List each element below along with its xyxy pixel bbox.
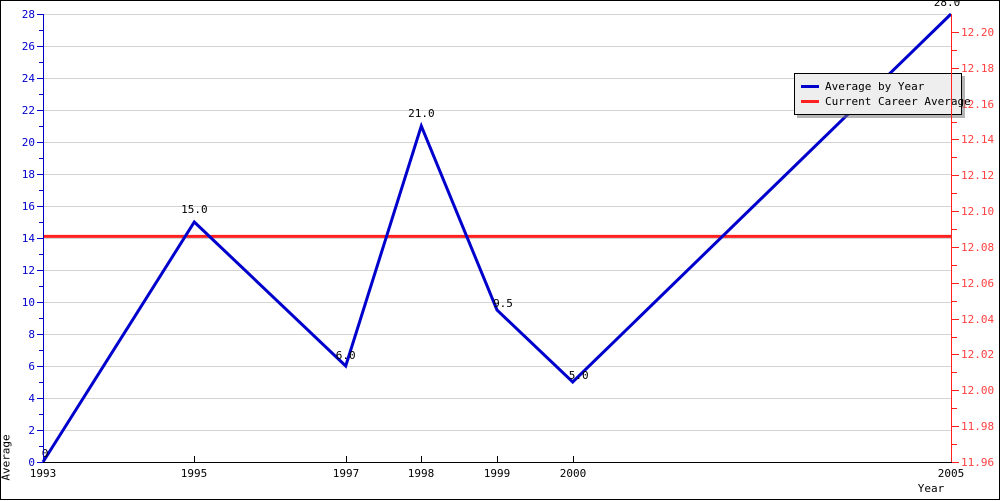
y-axis-left-tick-label: 20 bbox=[21, 136, 35, 149]
legend-swatch-blue bbox=[801, 85, 819, 88]
y-axis-left-tick-label: 26 bbox=[21, 40, 35, 53]
legend-label-average-by-year: Average by Year bbox=[825, 80, 925, 93]
y-axis-left-line bbox=[43, 14, 44, 463]
data-point-label: 21.0 bbox=[408, 107, 435, 120]
y-axis-left-tick-label: 10 bbox=[21, 296, 35, 309]
y-axis-right-tick bbox=[952, 32, 959, 33]
y-axis-right-tick bbox=[952, 426, 959, 427]
gridline bbox=[43, 14, 951, 15]
x-axis-tick-label: 1997 bbox=[332, 467, 360, 480]
y-axis-right-minor-tick bbox=[952, 229, 957, 230]
y-axis-right-minor-tick bbox=[952, 337, 957, 338]
y-axis-right-tick bbox=[952, 283, 959, 284]
gridline bbox=[43, 398, 951, 399]
y-axis-left-tick-label: 14 bbox=[21, 232, 35, 245]
x-axis-tick-label: 1993 bbox=[29, 467, 57, 480]
y-axis-right-tick-label: 12.20 bbox=[961, 26, 995, 39]
y-axis-right-minor-tick bbox=[952, 157, 957, 158]
y-axis-right-tick bbox=[952, 354, 959, 355]
y-axis-right-minor-tick bbox=[952, 50, 957, 51]
y-axis-right-tick bbox=[952, 139, 959, 140]
y-axis-right-tick-label: 12.12 bbox=[961, 169, 995, 182]
y-axis-left-tick-label: 12 bbox=[21, 264, 35, 277]
legend-swatch-red bbox=[801, 100, 819, 103]
data-point-label: 6.0 bbox=[335, 349, 356, 362]
x-axis-line bbox=[43, 462, 952, 463]
y-axis-title: Average bbox=[0, 434, 13, 481]
x-axis-tick-label: 1998 bbox=[407, 467, 435, 480]
y-axis-right-tick bbox=[952, 462, 959, 463]
y-axis-right-minor-tick bbox=[952, 301, 957, 302]
y-axis-right-tick-label: 12.00 bbox=[961, 384, 995, 397]
y-axis-right-tick bbox=[952, 319, 959, 320]
y-axis-right-tick-label: 12.06 bbox=[961, 277, 995, 290]
y-axis-right-minor-tick bbox=[952, 408, 957, 409]
data-point-label: 15.0 bbox=[181, 203, 208, 216]
gridline bbox=[43, 334, 951, 335]
y-axis-right-tick-label: 12.04 bbox=[961, 313, 995, 326]
y-axis-right-tick-label: 12.18 bbox=[961, 62, 995, 75]
y-axis-right-tick-label: 12.08 bbox=[961, 241, 995, 254]
data-point-label: 9.5 bbox=[493, 297, 513, 310]
gridline bbox=[43, 142, 951, 143]
x-axis-title: Year bbox=[917, 482, 945, 495]
y-axis-right-minor-tick bbox=[952, 444, 957, 445]
y-axis-left-tick-label: 6 bbox=[28, 360, 35, 373]
line-chart: 0 2 4 6 8 10 12 14 16 18 20 22 24 26 28 11.96 11.98 12.00… bbox=[0, 0, 1000, 500]
data-point-label: 5.0 bbox=[568, 369, 589, 382]
gridline bbox=[43, 366, 951, 367]
y-axis-right-tick bbox=[952, 175, 959, 176]
y-axis-left-tick-label: 22 bbox=[21, 104, 35, 117]
x-axis-tick-label: 2005 bbox=[937, 467, 965, 480]
y-axis-right-tick-label: 11.98 bbox=[961, 420, 995, 433]
x-axis-tick-label: 2000 bbox=[559, 467, 587, 480]
y-axis-right-tick bbox=[952, 390, 959, 391]
legend-item-current-career-average[interactable]: Current Career Average bbox=[801, 94, 971, 109]
y-axis-right-tick bbox=[952, 68, 959, 69]
y-axis-left-tick-label: 4 bbox=[28, 392, 35, 405]
x-axis-tick-label: 1999 bbox=[483, 467, 511, 480]
legend[interactable]: Average by Year Current Career Average bbox=[794, 73, 971, 115]
legend-item-average-by-year[interactable]: Average by Year bbox=[801, 79, 955, 94]
gridline bbox=[43, 174, 951, 175]
gridline bbox=[43, 238, 951, 239]
y-axis-right-tick bbox=[952, 247, 959, 248]
gridline bbox=[43, 270, 951, 271]
y-axis-left-tick-label: 24 bbox=[21, 72, 35, 85]
y-axis-left-tick-label: 28 bbox=[21, 8, 35, 21]
y-axis-left-tick-label: 8 bbox=[28, 328, 35, 341]
y-axis-right-tick-label: 12.10 bbox=[961, 205, 995, 218]
y-axis-left-tick-label: 16 bbox=[21, 200, 35, 213]
y-axis-right-tick-label: 12.14 bbox=[961, 133, 995, 146]
y-axis-right-tick-label: 11.96 bbox=[961, 456, 995, 469]
y-axis-right-minor-tick bbox=[952, 265, 957, 266]
y-axis-right-minor-tick bbox=[952, 372, 957, 373]
y-axis-left-tick-label: 18 bbox=[21, 168, 35, 181]
y-axis-right-tick bbox=[952, 211, 959, 212]
y-axis-right-minor-tick bbox=[952, 122, 957, 123]
y-axis-right-tick-label: 12.02 bbox=[961, 348, 995, 361]
gridline bbox=[43, 206, 951, 207]
legend-label-current-career-average: Current Career Average bbox=[825, 95, 971, 108]
gridline bbox=[43, 46, 951, 47]
y-axis-right-line bbox=[951, 14, 952, 463]
y-axis-right-minor-tick bbox=[952, 193, 957, 194]
gridline bbox=[43, 430, 951, 431]
data-point-label: 28.0 bbox=[933, 0, 961, 9]
x-axis-tick-label: 1995 bbox=[180, 467, 208, 480]
